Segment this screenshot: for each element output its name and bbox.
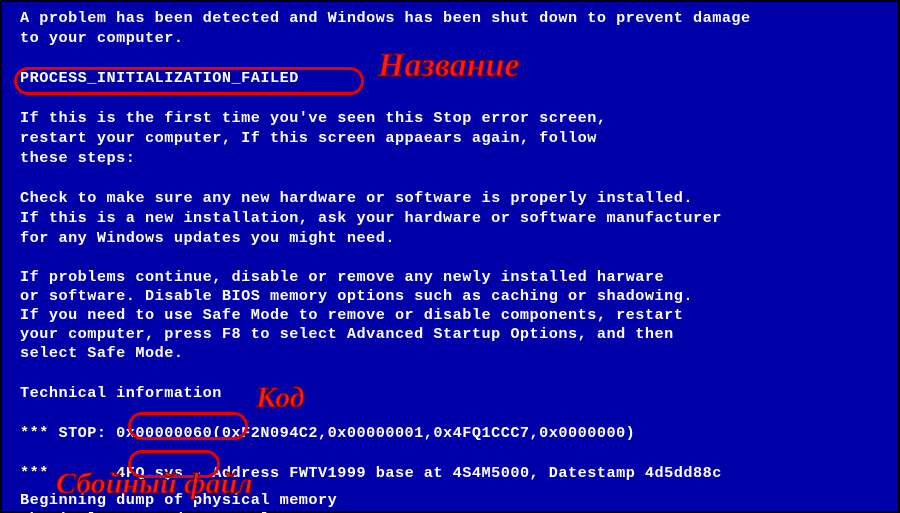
bsod-text: your computer, press F8 to select Advanc… — [20, 325, 884, 344]
bsod-tech-header: Technical information — [20, 383, 884, 403]
file-prefix: *** — [20, 464, 116, 482]
bsod-text: If this is a new installation, ask your … — [20, 208, 884, 228]
bsod-text: restart your computer, If this screen ap… — [20, 128, 884, 148]
file-name: 4FQ.sys — [116, 464, 183, 482]
bsod-text: select Safe Mode. — [20, 344, 884, 363]
bsod-text: Beginning dump of physical memory — [20, 491, 884, 510]
bsod-text: If you need to use Safe Mode to remove o… — [20, 306, 884, 325]
bsod-text: Check to make sure any new hardware or s… — [20, 188, 884, 208]
bsod-text: If problems continue, disable or remove … — [20, 268, 884, 287]
bsod-text: to your computer. — [20, 28, 884, 48]
bsod-error-name: PROCESS_INITIALIZATION_FAILED — [20, 68, 884, 88]
stop-params: (0xF2N094C2,0x00000001,0x4FQ1CCC7,0x0000… — [212, 424, 635, 442]
stop-prefix: *** STOP: — [20, 424, 116, 442]
bsod-text: these steps: — [20, 148, 884, 168]
bsod-screen: A problem has been detected and Windows … — [2, 2, 898, 511]
bsod-text: A problem has been detected and Windows … — [20, 8, 884, 28]
bsod-text: If this is the first time you've seen th… — [20, 108, 884, 128]
bsod-file-line: *** 4FQ.sys - Address FWTV1999 base at 4… — [20, 463, 884, 483]
bsod-stop-line: *** STOP: 0x00000060(0xF2N094C2,0x000000… — [20, 423, 884, 443]
bsod-text: for any Windows updates you might need. — [20, 228, 884, 248]
bsod-text: or software. Disable BIOS memory options… — [20, 287, 884, 306]
stop-code: 0x00000060 — [116, 424, 212, 442]
file-suffix: - Address FWTV1999 base at 4S4M5000, Dat… — [183, 464, 721, 482]
